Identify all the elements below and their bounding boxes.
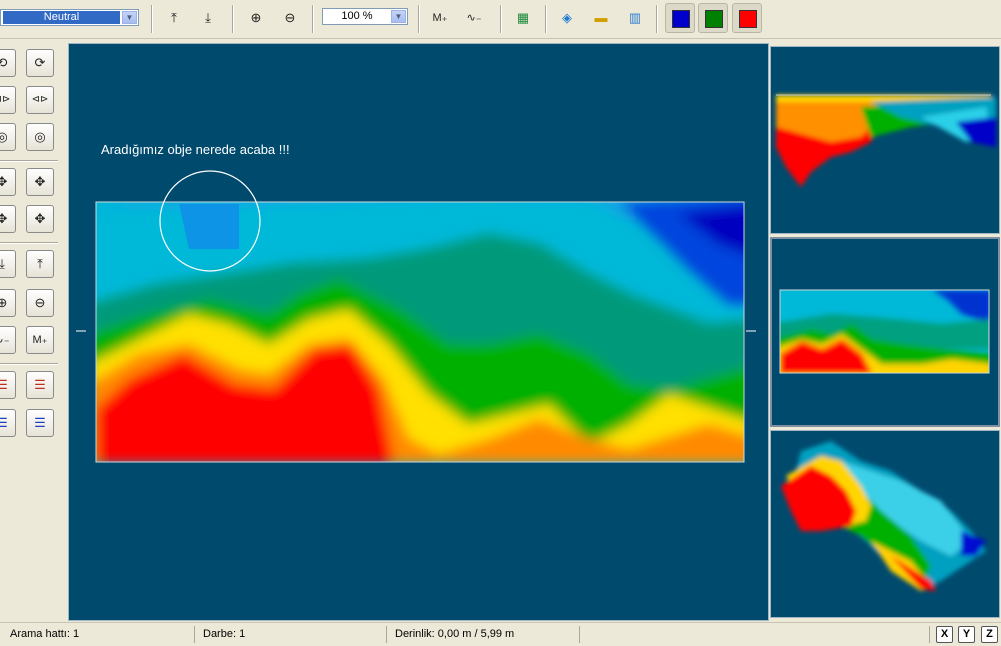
green-color-button[interactable] [698,3,728,33]
zoom-select[interactable]: 100 % ▼ [322,8,408,25]
rotate-center-alt-icon[interactable]: ◎ [26,123,54,151]
mode-select-value: Neutral [3,11,120,24]
move-alt-icon[interactable]: ✥ [26,168,54,196]
side-view-surface [776,94,996,187]
pan-icon[interactable]: ✥ [0,205,16,233]
top-view-surface [779,289,990,374]
z-axis-button[interactable]: Z [981,626,998,643]
zoom-select-value: 100 % [341,10,373,22]
green-swatch [705,10,723,28]
flip-horizontal-alt-icon[interactable]: ⊲⊳ [26,86,54,114]
toolbar-separator [656,5,658,33]
blue-swatch [672,10,690,28]
rotate-center-icon[interactable]: ◎ [0,123,16,151]
red-swatch [739,10,757,28]
pan-alt-icon[interactable]: ✥ [26,205,54,233]
marker-minus-icon[interactable]: ∿₋ [0,326,16,354]
chevron-down-icon[interactable]: ▼ [391,10,406,23]
zoom-out-icon[interactable]: ⊖ [278,6,302,30]
arrow-down-icon[interactable]: ⤓ [196,6,220,30]
zoom-in-icon[interactable]: ⊕ [0,289,16,317]
tool-sidebar: ⟲ ⟳ ⊲⊳ ⊲⊳ ◎ ◎ ✥ ✥ ✥ ✥ ⤓ ⤒ ⊕ ⊖ ∿₋ M₊ ☰ ☰ … [0,39,66,622]
status-line: Arama hattı: 1 [2,626,195,643]
layer-profile-icon[interactable]: ▬ [589,6,613,30]
marker-plus-icon[interactable]: M₊ [26,326,54,354]
status-shot: Darbe: 1 [195,626,387,643]
main-toolbar: Neutral ▼ ⤒ ⤓ ⊕ ⊖ 100 % ▼ M₊ ∿₋ ▦ ◈ ▬ ▥ [0,0,1001,39]
perspective-view-surface [781,441,986,591]
perspective-view-panel[interactable] [770,430,1000,618]
move-icon[interactable]: ✥ [0,168,16,196]
color-bars-alt-icon[interactable]: ☰ [26,409,54,437]
arrow-up-icon[interactable]: ⤒ [162,6,186,30]
status-empty [580,626,930,643]
color-bars-down-icon[interactable]: ☰ [26,371,54,399]
arrow-down-icon[interactable]: ⤓ [0,250,16,278]
toolbar-separator [418,5,420,33]
mode-select[interactable]: Neutral ▼ [0,9,139,26]
scan-heatmap[interactable] [69,44,770,622]
flip-horizontal-icon[interactable]: ⊲⊳ [0,86,16,114]
zoom-out-icon[interactable]: ⊖ [26,289,54,317]
arrow-up-icon[interactable]: ⤒ [26,250,54,278]
sidebar-separator [0,363,58,365]
color-bars-up-icon[interactable]: ☰ [0,409,16,437]
sidebar-separator [0,242,58,244]
toolbar-separator [232,5,234,33]
toolbar-separator [312,5,314,33]
x-axis-button[interactable]: X [936,626,953,643]
zoom-in-icon[interactable]: ⊕ [244,6,268,30]
rotate-right-icon[interactable]: ⟳ [26,49,54,77]
status-bar: Arama hattı: 1 Darbe: 1 Derinlik: 0,00 m… [0,622,1001,646]
marker-minus-icon[interactable]: ∿₋ [462,6,486,30]
red-color-button[interactable] [732,3,762,33]
toolbar-separator [500,5,502,33]
toolbar-separator [545,5,547,33]
rotate-left-icon[interactable]: ⟲ [0,49,16,77]
surface-3d-icon[interactable]: ◈ [555,6,579,30]
marker-plus-icon[interactable]: M₊ [428,6,452,30]
depth-map-icon[interactable]: ▥ [623,6,647,30]
sidebar-separator [0,160,58,162]
map-view-icon[interactable]: ▦ [511,6,535,30]
status-depth: Derinlik: 0,00 m / 5,99 m [387,626,580,643]
top-view-panel[interactable] [770,237,1000,427]
side-view-panel[interactable] [770,46,1000,234]
y-axis-button[interactable]: Y [958,626,975,643]
blue-color-button[interactable] [665,3,695,33]
toolbar-separator [151,5,153,33]
scan-canvas[interactable]: Aradığımız obje nerede acaba !!! [68,43,769,621]
color-bars-icon[interactable]: ☰ [0,371,16,399]
chevron-down-icon[interactable]: ▼ [122,11,137,24]
